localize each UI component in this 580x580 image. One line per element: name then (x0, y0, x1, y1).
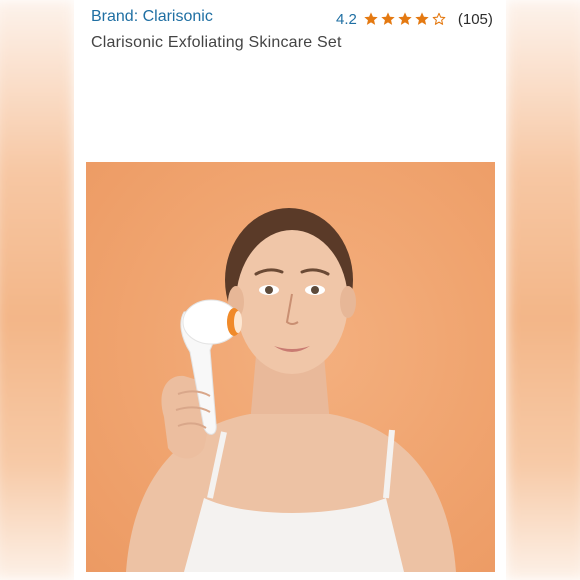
rating-summary[interactable]: 4.2 (105) (336, 10, 493, 28)
star-full-icon (415, 12, 429, 25)
review-count[interactable]: (105) (458, 11, 493, 28)
background-right (506, 0, 580, 580)
product-title: Clarisonic Exfoliating Skincare Set (91, 34, 342, 51)
star-full-icon (364, 12, 378, 25)
rating-value: 4.2 (336, 10, 357, 28)
brand-link[interactable]: Brand: Clarisonic (91, 8, 213, 26)
star-full-icon (398, 12, 412, 25)
product-image[interactable] (86, 162, 495, 572)
star-full-icon (381, 12, 395, 25)
background-left (0, 0, 74, 580)
star-empty-icon (432, 12, 446, 25)
star-rating[interactable] (363, 11, 448, 27)
model-illustration (126, 208, 456, 572)
product-card: Brand: Clarisonic 4.2 (105) Clarisonic E… (74, 0, 506, 580)
